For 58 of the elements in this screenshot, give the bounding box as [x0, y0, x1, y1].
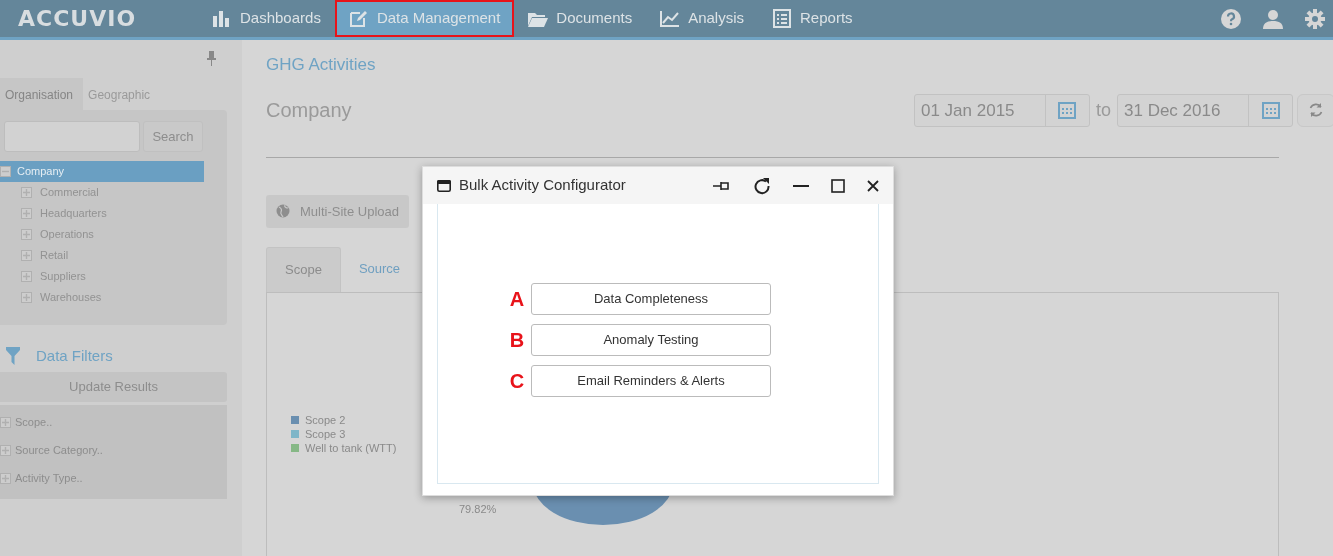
- option-marker: B: [509, 328, 525, 353]
- option-marker: C: [509, 369, 525, 394]
- sidebar-tab[interactable]: Organisation: [0, 78, 84, 110]
- expand-icon[interactable]: [0, 417, 11, 428]
- calendar-icon[interactable]: [1058, 101, 1077, 119]
- minimize-icon[interactable]: [793, 184, 809, 187]
- globe-icon: [276, 204, 290, 219]
- page-title: Company: [266, 98, 352, 123]
- dialog-title: Bulk Activity Configurator: [459, 175, 626, 196]
- option-button[interactable]: Email Reminders & Alerts: [531, 365, 771, 397]
- maximize-icon[interactable]: [831, 178, 845, 193]
- settings-icon[interactable]: [1305, 8, 1325, 29]
- chart-tab[interactable]: Scope: [266, 247, 341, 292]
- user-icon[interactable]: [1263, 8, 1283, 29]
- bar-chart-icon: [212, 9, 232, 28]
- legend-label: Scope 3: [305, 426, 346, 441]
- expand-icon[interactable]: [0, 473, 11, 484]
- refresh-icon: [1308, 102, 1324, 118]
- option-button[interactable]: Data Completeness: [531, 283, 771, 315]
- line-chart-icon: [660, 9, 681, 28]
- legend-label: Scope 2: [305, 412, 346, 427]
- filter-icon: [6, 347, 20, 366]
- search-button[interactable]: Search: [143, 121, 203, 152]
- expand-icon[interactable]: [21, 250, 32, 261]
- multi-site-upload-button[interactable]: Multi-Site Upload: [266, 194, 409, 228]
- chart-tab[interactable]: Source: [340, 247, 419, 292]
- nav-item[interactable]: Dashboards: [198, 0, 335, 37]
- nav-item[interactable]: Documents: [514, 0, 647, 37]
- data-label: 79.82%: [459, 501, 497, 517]
- nav-item[interactable]: Analysis: [646, 0, 759, 37]
- breadcrumb-link[interactable]: GHG Activities: [266, 52, 1279, 78]
- section-title: Data Filters: [36, 346, 113, 366]
- pin-icon[interactable]: [713, 179, 731, 192]
- expand-icon[interactable]: [21, 208, 32, 219]
- refresh-icon[interactable]: [753, 176, 771, 195]
- expand-icon[interactable]: [21, 271, 32, 282]
- option-button[interactable]: Anomaly Testing: [531, 324, 771, 356]
- start-date-field[interactable]: 01 Jan 2015: [914, 93, 1090, 127]
- nav-item[interactable]: Data Management: [334, 0, 515, 37]
- legend-label: Well to tank (WTT): [305, 440, 397, 455]
- option-marker: A: [509, 287, 525, 312]
- to-label: to: [1096, 98, 1111, 122]
- expand-icon[interactable]: [21, 187, 32, 198]
- refresh-button[interactable]: [1297, 93, 1333, 127]
- list-icon: [772, 9, 793, 28]
- expand-icon[interactable]: [0, 445, 11, 456]
- collapse-icon[interactable]: [0, 166, 11, 177]
- calendar-icon[interactable]: [1261, 101, 1280, 119]
- help-icon[interactable]: [1221, 8, 1241, 29]
- edit-icon: [348, 9, 369, 28]
- tree-item[interactable]: Company: [0, 161, 204, 182]
- expand-icon[interactable]: [21, 292, 32, 303]
- window-icon: [437, 179, 451, 192]
- end-date-field[interactable]: 31 Dec 2016: [1117, 93, 1293, 127]
- logo: ACCUVIO: [18, 5, 138, 33]
- expand-icon[interactable]: [21, 229, 32, 240]
- close-icon[interactable]: [867, 179, 879, 192]
- nav-item[interactable]: Reports: [758, 0, 867, 37]
